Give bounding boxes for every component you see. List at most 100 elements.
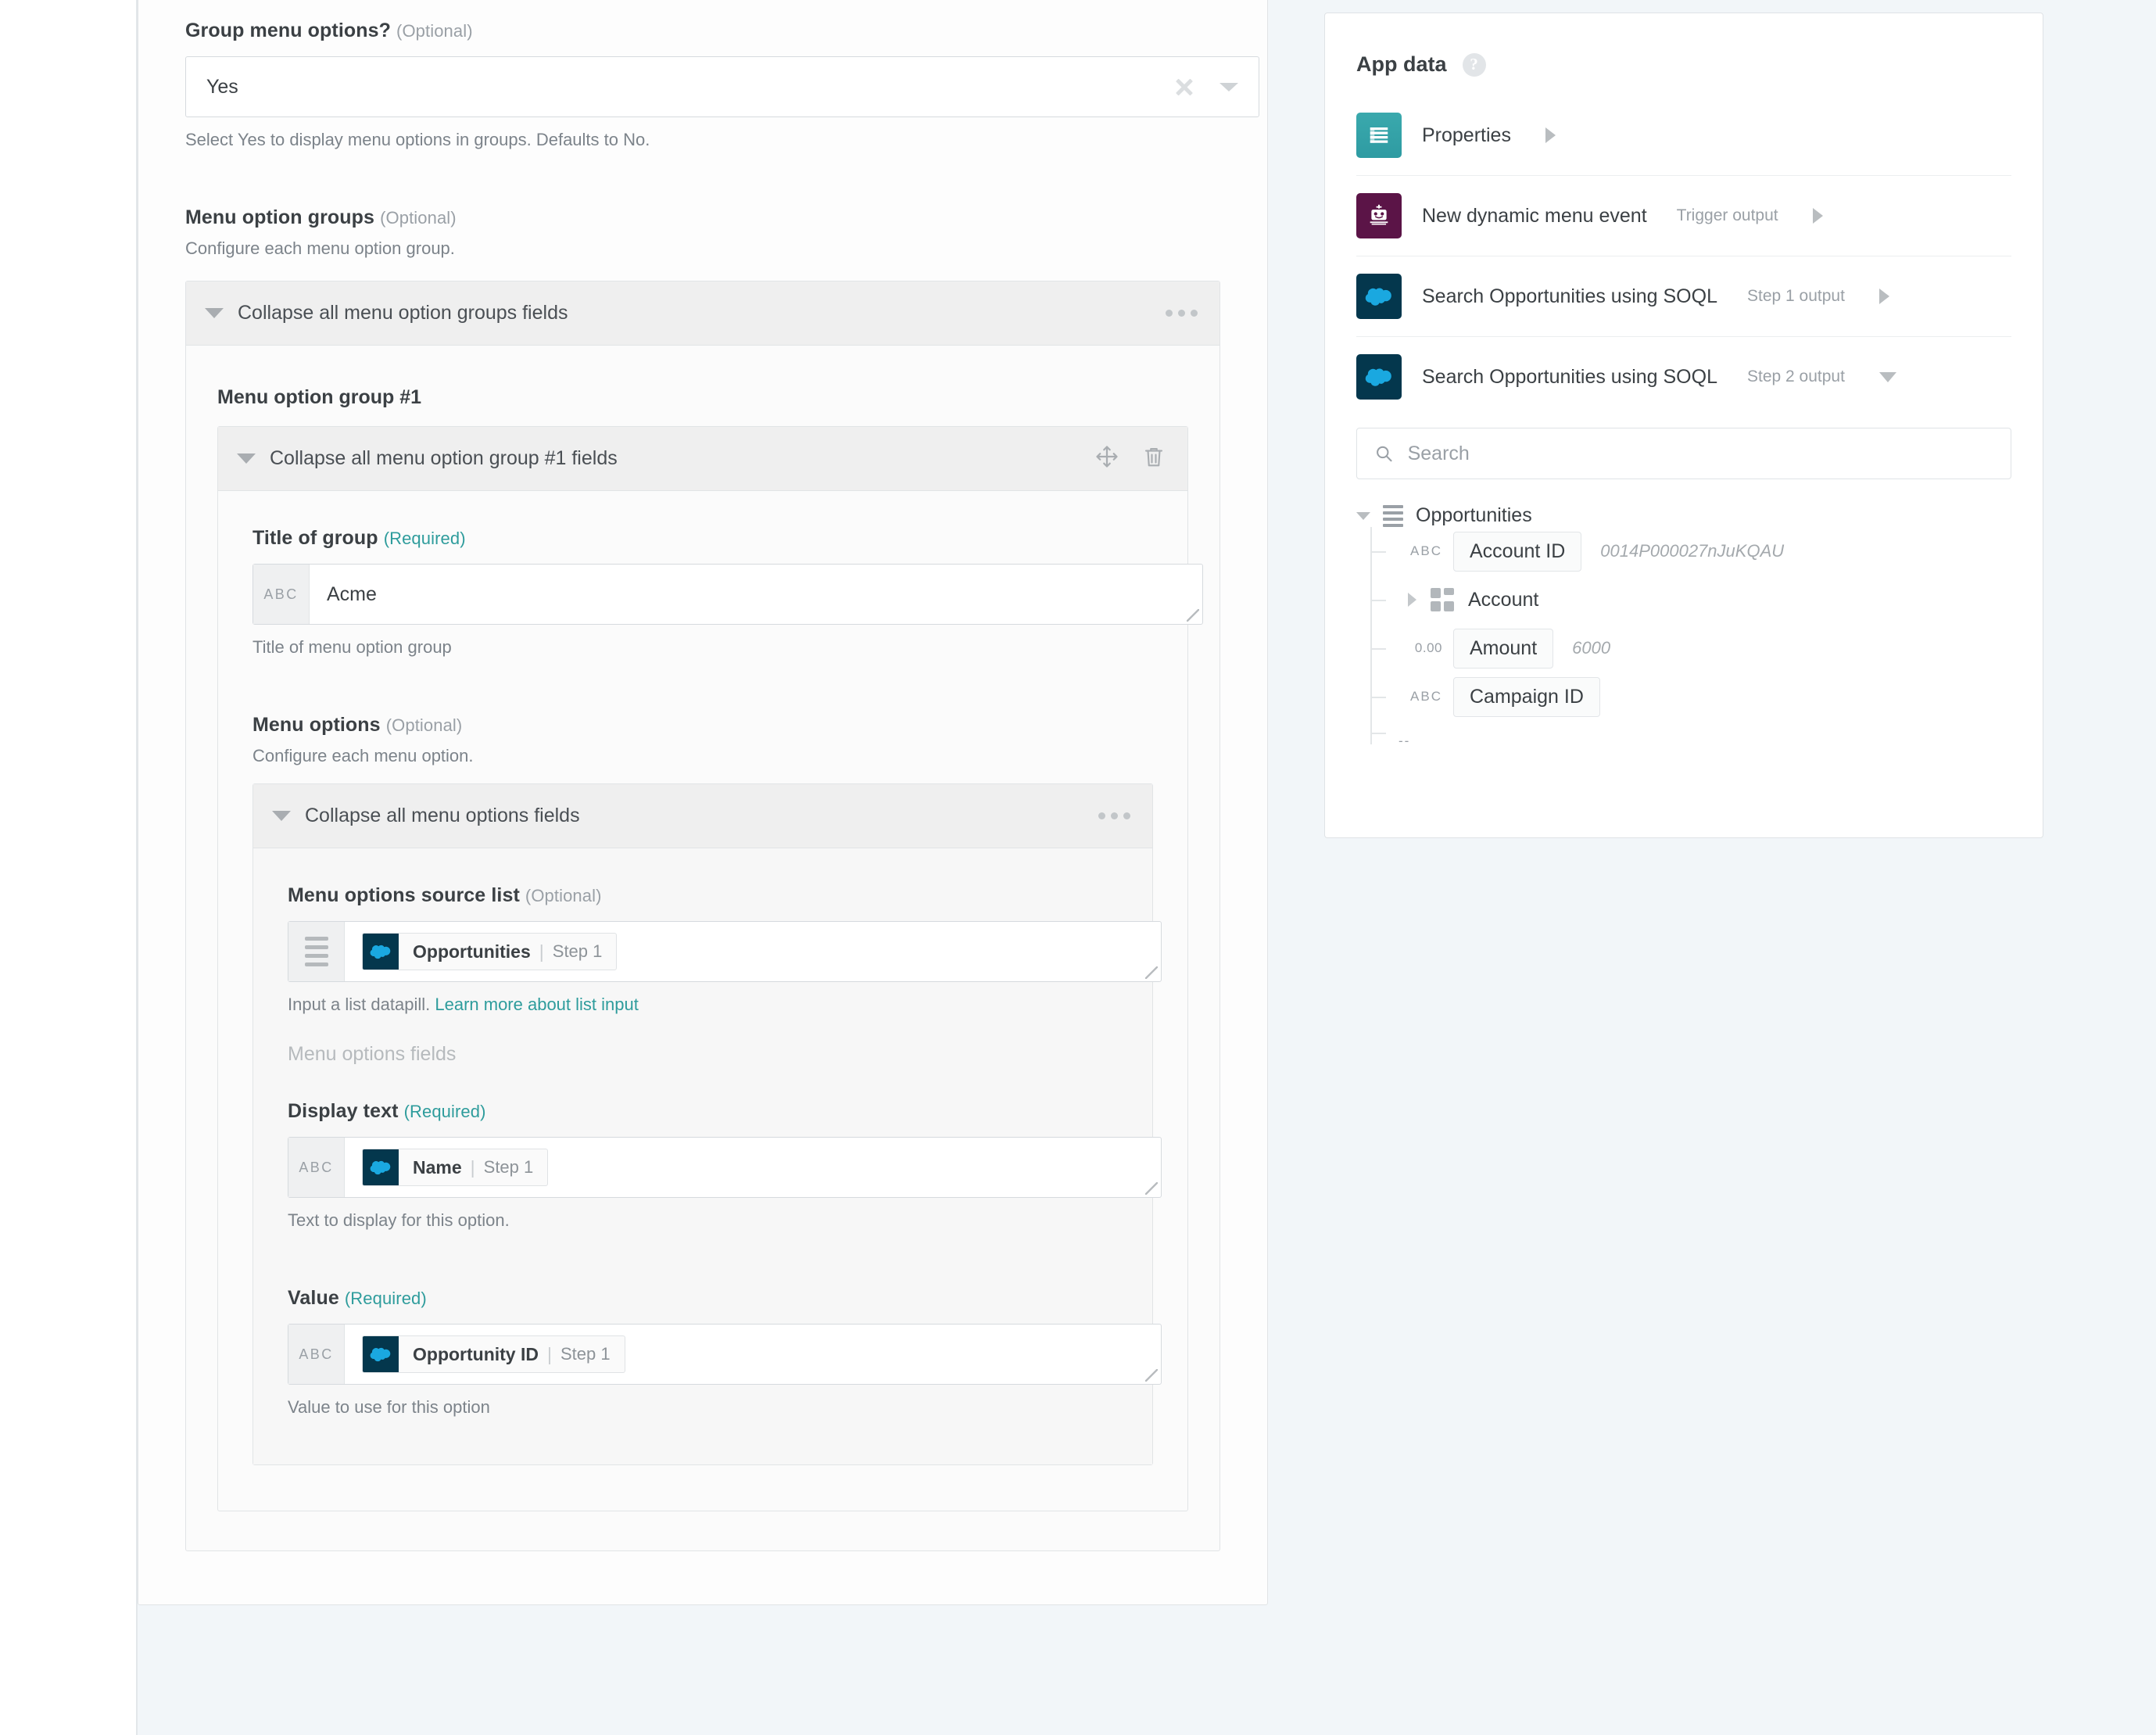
type-tag-partial: -- bbox=[1399, 733, 1411, 744]
tree-item-chip[interactable]: Campaign ID bbox=[1453, 676, 1600, 717]
resize-grip-icon[interactable] bbox=[1145, 1182, 1158, 1195]
tree-item-account-id[interactable]: ABC Account ID 0014P000027nJuKQAU bbox=[1372, 527, 2043, 575]
datapill-step: Step 1 bbox=[483, 1157, 534, 1177]
menu-option-groups-panel-header[interactable]: Collapse all menu option groups fields bbox=[186, 281, 1219, 346]
triangle-right-icon[interactable] bbox=[1408, 593, 1416, 607]
display-text-input[interactable]: ABC Name | Step 1 bbox=[288, 1137, 1162, 1198]
datapill-name: Opportunities bbox=[413, 941, 531, 962]
triangle-down-icon[interactable] bbox=[237, 453, 256, 464]
source-list-hint: Input a list datapill. Learn more about … bbox=[288, 995, 1118, 1015]
field-menu-options: Menu options (Optional) Configure each m… bbox=[252, 714, 1162, 1465]
app-data-panel: App data ? Properties New dynamic menu e… bbox=[1324, 13, 2043, 838]
app-data-source-list: Properties New dynamic menu event Trigge… bbox=[1325, 95, 2043, 417]
datapill-opportunity-id[interactable]: Opportunity ID | Step 1 bbox=[362, 1335, 625, 1373]
clear-icon[interactable] bbox=[1174, 77, 1194, 97]
learn-more-link[interactable]: Learn more about list input bbox=[435, 995, 639, 1014]
app-data-header: App data ? bbox=[1325, 13, 2043, 77]
menu-options-panel-title: Collapse all menu options fields bbox=[305, 805, 580, 826]
triangle-down-icon[interactable] bbox=[205, 308, 224, 318]
tree-item-account[interactable]: Account bbox=[1372, 575, 2043, 624]
menu-options-fields-header: Menu options fields bbox=[288, 1043, 457, 1065]
chevron-right-icon[interactable] bbox=[1812, 208, 1823, 224]
type-tag-abc: ABC bbox=[288, 1138, 345, 1197]
menu-options-label: Menu options (Optional) bbox=[252, 714, 1153, 737]
app-data-source-step1[interactable]: Search Opportunities using SOQL Step 1 o… bbox=[1356, 256, 2011, 337]
menu-option-groups-label: Menu option groups (Optional) bbox=[185, 206, 1220, 229]
title-of-group-input[interactable]: ABC Acme bbox=[252, 564, 1203, 625]
more-options-icon[interactable] bbox=[1098, 812, 1130, 819]
more-options-icon[interactable] bbox=[1166, 310, 1198, 317]
triangle-down-icon[interactable] bbox=[1356, 511, 1370, 520]
tree-item-chip[interactable]: Amount bbox=[1453, 628, 1554, 669]
field-display-text: Display text (Required) ABC Name | Step … bbox=[288, 1100, 1162, 1231]
app-data-title: App data bbox=[1356, 52, 1447, 76]
triangle-down-icon[interactable] bbox=[272, 811, 291, 821]
menu-option-groups-label-text: Menu option groups bbox=[185, 206, 375, 228]
value-label: Value (Required) bbox=[288, 1287, 1118, 1310]
tree-children: ABC Account ID 0014P000027nJuKQAU Accoun… bbox=[1370, 527, 2043, 744]
value-input[interactable]: ABC Opportunity ID | Step 1 bbox=[288, 1324, 1162, 1385]
menu-option-group-1-panel-title: Collapse all menu option group #1 fields bbox=[270, 447, 618, 469]
menu-option-group-1-label: Menu option group #1 bbox=[217, 386, 422, 408]
search-input[interactable] bbox=[1407, 442, 1993, 465]
resize-grip-icon[interactable] bbox=[1145, 1369, 1158, 1382]
chevron-right-icon[interactable] bbox=[1878, 289, 1889, 304]
datapill-step: Step 1 bbox=[560, 1344, 611, 1364]
chevron-down-icon[interactable] bbox=[1219, 82, 1238, 91]
value-hint: Value to use for this option bbox=[288, 1397, 490, 1417]
salesforce-icon bbox=[363, 1149, 399, 1185]
title-of-group-label-text: Title of group bbox=[252, 527, 378, 549]
tree-root-opportunities[interactable]: Opportunities bbox=[1356, 504, 2043, 527]
salesforce-icon bbox=[363, 934, 399, 970]
tree-item-chip[interactable]: Account ID bbox=[1453, 531, 1582, 572]
optional-tag: (Optional) bbox=[385, 715, 463, 735]
title-of-group-hint: Title of menu option group bbox=[252, 637, 452, 657]
group-menu-options-select[interactable]: Yes bbox=[185, 56, 1259, 117]
delete-icon[interactable] bbox=[1142, 444, 1166, 473]
required-tag: (Required) bbox=[344, 1289, 427, 1308]
menu-options-panel-header[interactable]: Collapse all menu options fields bbox=[253, 784, 1152, 848]
menu-options-panel-body: Menu options source list (Optional) Oppo… bbox=[253, 848, 1162, 1464]
resize-grip-icon[interactable] bbox=[1145, 966, 1158, 979]
resize-grip-icon[interactable] bbox=[1187, 609, 1199, 622]
menu-option-groups-panel: Collapse all menu option groups fields M… bbox=[185, 281, 1220, 1551]
drag-handle-icon[interactable] bbox=[1095, 444, 1119, 473]
source-sublabel: Step 1 output bbox=[1746, 287, 1845, 305]
tree-connector bbox=[1372, 600, 1386, 601]
app-data-tree: Opportunities ABC Account ID 0014P000027… bbox=[1356, 504, 2043, 744]
tree-item-value: 0014P000027nJuKQAU bbox=[1600, 541, 1785, 561]
help-icon[interactable]: ? bbox=[1462, 52, 1486, 77]
type-tag-number: 0.00 bbox=[1414, 640, 1442, 655]
datapill-name: Opportunity ID bbox=[413, 1343, 539, 1364]
app-data-source-properties[interactable]: Properties bbox=[1356, 95, 2011, 176]
tree-item-amount[interactable]: 0.00 Amount 6000 bbox=[1372, 624, 2043, 672]
source-list-label: Menu options source list (Optional) bbox=[288, 884, 1118, 907]
menu-options-hint: Configure each menu option. bbox=[252, 746, 474, 765]
tree-item-partial[interactable]: -- bbox=[1372, 721, 2043, 744]
app-data-source-step2[interactable]: Search Opportunities using SOQL Step 2 o… bbox=[1356, 337, 2011, 417]
chevron-right-icon[interactable] bbox=[1545, 127, 1556, 143]
bot-icon bbox=[1356, 193, 1402, 238]
type-tag-abc: ABC bbox=[1410, 543, 1442, 558]
chevron-down-icon[interactable] bbox=[1878, 371, 1896, 382]
group-menu-options-hint: Select Yes to display menu options in gr… bbox=[185, 130, 650, 149]
tree-item-label: Account bbox=[1468, 588, 1539, 611]
source-list-hint-text: Input a list datapill. bbox=[288, 995, 431, 1014]
display-text-label-text: Display text bbox=[288, 1100, 399, 1122]
search-icon bbox=[1377, 446, 1392, 462]
source-list-input[interactable]: Opportunities | Step 1 bbox=[288, 921, 1162, 982]
datapill-separator: | bbox=[470, 1156, 475, 1178]
salesforce-icon bbox=[363, 1336, 399, 1372]
title-of-group-value: Acme bbox=[327, 583, 377, 605]
list-icon bbox=[288, 922, 345, 981]
source-name: Properties bbox=[1422, 124, 1511, 146]
datapill-name-field[interactable]: Name | Step 1 bbox=[362, 1149, 549, 1186]
menu-option-group-1-panel-header[interactable]: Collapse all menu option group #1 fields bbox=[218, 427, 1187, 491]
app-data-column: App data ? Properties New dynamic menu e… bbox=[1323, 0, 2156, 1735]
tree-item-campaign-id[interactable]: ABC Campaign ID bbox=[1372, 672, 2043, 721]
properties-icon bbox=[1356, 113, 1402, 158]
app-data-source-trigger[interactable]: New dynamic menu event Trigger output bbox=[1356, 176, 2011, 256]
datapill-opportunities[interactable]: Opportunities | Step 1 bbox=[362, 933, 618, 970]
source-name: Search Opportunities using SOQL bbox=[1422, 285, 1717, 307]
field-menu-options-source-list: Menu options source list (Optional) Oppo… bbox=[288, 884, 1162, 1015]
